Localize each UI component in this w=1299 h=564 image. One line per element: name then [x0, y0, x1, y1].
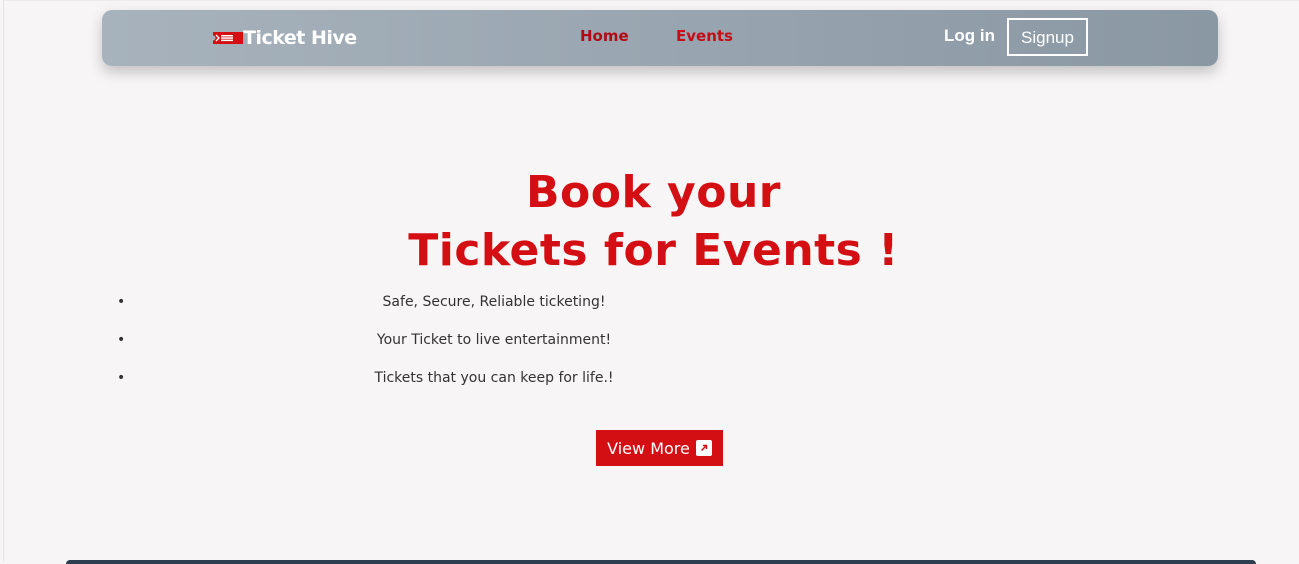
hero-title-line-1: Book your	[525, 167, 781, 218]
nav-link-events[interactable]: Events	[676, 27, 733, 45]
view-more-button[interactable]: View More	[596, 430, 723, 466]
list-item: • Safe, Secure, Reliable ticketing!	[117, 291, 877, 329]
view-more-label: View More	[607, 438, 690, 458]
navbar: Ticket Hive Home Events Log in Signup	[102, 10, 1218, 66]
external-link-icon	[695, 440, 712, 456]
hero-title-line-2: Tickets for Events !	[408, 225, 899, 276]
list-item: • Your Ticket to live entertainment!	[117, 329, 877, 367]
nav-link-home[interactable]: Home	[580, 27, 629, 45]
brand-logo[interactable]: Ticket Hive	[213, 24, 357, 52]
bullet-icon: •	[117, 370, 126, 386]
bullet-icon: •	[117, 332, 126, 348]
ticket-icon	[213, 29, 243, 47]
list-item: • Tickets that you can keep for life.!	[117, 367, 877, 405]
feature-text: Your Ticket to live entertainment!	[376, 332, 612, 348]
feature-text: Tickets that you can keep for life.!	[374, 370, 614, 386]
feature-text: Safe, Secure, Reliable ticketing!	[382, 294, 606, 310]
bullet-icon: •	[117, 294, 126, 310]
signup-button[interactable]: Signup	[1007, 18, 1088, 56]
brand-name: Ticket Hive	[243, 27, 357, 49]
feature-list: • Safe, Secure, Reliable ticketing! • Yo…	[117, 291, 877, 405]
hero-title: Book your Tickets for Events !	[4, 164, 1299, 280]
page: Ticket Hive Home Events Log in Signup Bo…	[3, 0, 1299, 564]
footer-edge	[66, 560, 1256, 564]
login-link[interactable]: Log in	[944, 26, 995, 46]
